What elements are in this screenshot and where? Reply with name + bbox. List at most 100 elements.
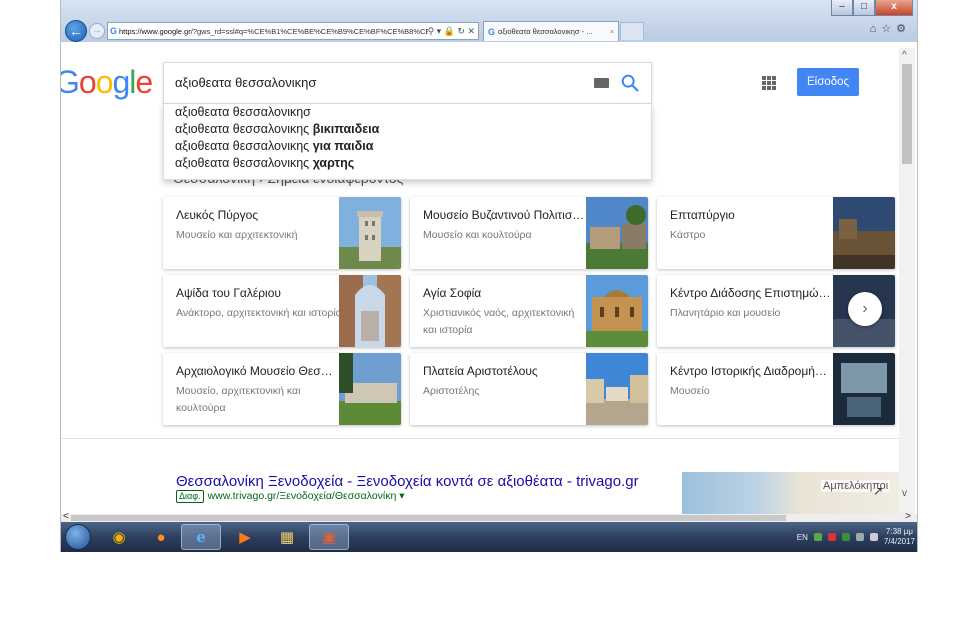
place-subtitle: Κάστρο — [670, 229, 706, 241]
search-icon[interactable] — [619, 72, 641, 94]
tray-network-icon[interactable] — [813, 533, 822, 541]
scroll-up-icon[interactable]: ^ — [902, 50, 907, 61]
suggestion-item[interactable]: αξιοθεατα θεσσαλονικης βικιπαιδεια — [164, 121, 651, 138]
suggestion-item[interactable]: αξιοθεατα θεσσαλονικης για παιδια — [164, 138, 651, 155]
place-thumbnail — [586, 197, 648, 269]
scroll-left-icon[interactable]: < — [63, 511, 69, 522]
browser-tab[interactable]: G αξιοθεατα θεσσαλονικησ - ... × — [483, 21, 619, 41]
tray-app-icon[interactable] — [841, 533, 850, 541]
language-indicator[interactable]: EN — [797, 533, 808, 542]
place-title: Κέντρο Ιστορικής Διαδρομής Εβ... — [670, 364, 832, 378]
window-controls: – □ x — [831, 0, 913, 16]
place-subtitle: Χριστιανικός ναός, αρχιτεκτονική και ιστ… — [423, 307, 575, 336]
ad-badge: Διαφ. — [176, 490, 204, 503]
home-icon[interactable]: ⌂ — [870, 23, 882, 35]
search-input[interactable]: αξιοθεατα θεσσαλονικησ — [175, 75, 316, 90]
browser-titlebar: – □ x ← → G https://www.google.gr/?gws_r… — [61, 0, 917, 42]
taskbar: ◉ ● e ▶ ▦ ▣ EN 7:38 μμ 7/4/2017 — [61, 522, 917, 552]
back-arrow-icon[interactable]: ← — [65, 20, 87, 42]
place-card[interactable]: Αγία Σοφία Χριστιανικός ναός, αρχιτεκτον… — [410, 275, 648, 347]
suggestion-text: αξιοθεατα θεσσαλονικης — [175, 156, 313, 170]
place-title: Πλατεία Αριστοτέλους — [423, 364, 538, 378]
address-bar-icons: ⚲ ▾ 🔒 ↻ ✕ — [427, 25, 475, 36]
place-thumbnail — [339, 275, 401, 347]
place-thumbnail — [833, 353, 895, 425]
suggestion-text: αξιοθεατα θεσσαλονικης — [175, 122, 313, 136]
suggestion-item[interactable]: αξιοθεατα θεσσαλονικης χαρτης — [164, 155, 651, 172]
place-thumbnail — [339, 197, 401, 269]
forward-arrow-icon[interactable]: → — [89, 23, 105, 39]
suggestion-text: αξιοθεατα θεσσαλονικης — [175, 139, 313, 153]
place-card[interactable]: Κέντρο Ιστορικής Διαδρομής Εβ... Μουσείο — [657, 353, 895, 425]
maximize-button[interactable]: □ — [853, 0, 875, 16]
suggestion-text: αξιοθεατα θεσσαλονικησ — [175, 105, 311, 119]
tab-favicon-icon: G — [488, 26, 496, 37]
clock-time: 7:38 μμ — [885, 527, 913, 536]
result-url[interactable]: Διαφ. www.trivago.gr/Ξενοδοχεία/Θεσσαλονί… — [176, 490, 405, 503]
clock[interactable]: 7:38 μμ 7/4/2017 — [884, 527, 915, 547]
tab-title: αξιοθεατα θεσσαλονικησ - ... — [498, 27, 593, 36]
place-card[interactable]: Αρχαιολογικό Μουσείο Θεσσαλο... Μουσείο,… — [163, 353, 401, 425]
star-icon[interactable]: ☆ — [881, 23, 896, 35]
clock-date: 7/4/2017 — [883, 537, 915, 546]
minimize-button[interactable]: – — [831, 0, 853, 16]
place-title: Αρχαιολογικό Μουσείο Θεσσαλο... — [176, 364, 338, 378]
suggestion-item[interactable]: αξιοθεατα θεσσαλονικησ — [164, 104, 651, 121]
place-title: Μουσείο Βυζαντινού Πολιτισμού... — [423, 208, 585, 222]
scroll-down-icon[interactable]: v — [902, 488, 907, 499]
new-tab-button[interactable] — [620, 22, 644, 40]
folder-icon[interactable]: ▦ — [267, 524, 307, 550]
vertical-scrollbar[interactable]: ^ v — [899, 48, 915, 514]
windows-start-icon[interactable] — [65, 524, 91, 550]
place-thumbnail — [833, 197, 895, 269]
suggestion-bold: βικιπαιδεια — [312, 122, 380, 136]
close-button[interactable]: x — [875, 0, 913, 16]
autocomplete-dropdown: αξιοθεατα θεσσαλονικησ αξιοθεατα θεσσαλο… — [163, 104, 652, 180]
place-card[interactable]: Αψίδα του Γαλέριου Ανάκτορο, αρχιτεκτονι… — [163, 275, 401, 347]
horizontal-scrollbar[interactable]: < > — [61, 511, 917, 522]
place-card[interactable]: Πλατεία Αριστοτέλους Αριστοτέλης — [410, 353, 648, 425]
tray-flag-icon[interactable] — [855, 533, 864, 541]
address-bar[interactable]: G https://www.google.gr/?gws_rd=ssl#q=%C… — [107, 22, 479, 40]
firefox-icon[interactable]: ● — [141, 524, 181, 550]
scroll-thumb[interactable] — [902, 64, 912, 164]
place-subtitle: Μουσείο — [670, 385, 710, 397]
ie-icon[interactable]: e — [181, 524, 221, 550]
expand-icon[interactable]: ↗ — [873, 484, 883, 498]
chrome-icon[interactable]: ◉ — [99, 524, 139, 550]
tray-antivirus-icon[interactable] — [827, 533, 836, 541]
result-title-link[interactable]: Θεσσαλονίκη Ξενοδοχεία - Ξενοδοχεία κοντ… — [176, 473, 639, 490]
place-card[interactable]: Λευκός Πύργος Μουσείο και αρχιτεκτονική — [163, 197, 401, 269]
section-divider — [61, 438, 899, 439]
signin-button[interactable]: Είσοδος — [797, 68, 859, 96]
suggestion-bold: χαρτης — [312, 156, 355, 170]
place-card[interactable]: Μουσείο Βυζαντινού Πολιτισμού... Μουσείο… — [410, 197, 648, 269]
url-path: /?gws_rd=ssl#q=%CE%B1%CE%BE%CE%B9%CE%BF%… — [190, 26, 428, 36]
place-thumbnail — [586, 275, 648, 347]
tray-volume-icon[interactable] — [869, 533, 878, 541]
place-subtitle: Πλανητάριο και μουσείο — [670, 307, 781, 319]
browser-toolbar-icons: ⌂☆⚙ — [870, 22, 911, 35]
google-logo[interactable]: Google — [61, 64, 153, 101]
place-subtitle: Ανάκτορο, αρχιτεκτονική και ιστορία — [176, 307, 342, 319]
scroll-right-icon[interactable]: > — [905, 511, 911, 522]
tab-close-icon[interactable]: × — [610, 27, 614, 36]
address-url: https://www.google.gr/?gws_rd=ssl#q=%CE%… — [119, 27, 428, 36]
place-card[interactable]: Επταπύργιο Κάστρο — [657, 197, 895, 269]
chevron-right-icon[interactable]: › — [848, 292, 882, 326]
powerpoint-icon[interactable]: ▣ — [309, 524, 349, 550]
screenshot: – □ x ← → G https://www.google.gr/?gws_r… — [60, 0, 918, 552]
apps-grid-icon[interactable] — [762, 76, 776, 90]
place-title: Κέντρο Διάδοσης Επιστημών &... — [670, 286, 832, 300]
system-tray: EN 7:38 μμ 7/4/2017 — [797, 526, 915, 548]
map-thumbnail[interactable] — [682, 472, 899, 514]
search-box[interactable]: αξιοθεατα θεσσαλονικησ — [163, 62, 652, 104]
suggestion-bold: για παιδια — [312, 139, 374, 153]
media-player-icon[interactable]: ▶ — [225, 524, 265, 550]
place-title: Αψίδα του Γαλέριου — [176, 286, 281, 300]
google-favicon-icon: G — [110, 26, 118, 36]
keyboard-icon[interactable] — [594, 78, 609, 88]
hscroll-thumb[interactable] — [71, 515, 786, 521]
gear-icon[interactable]: ⚙ — [896, 23, 911, 35]
place-thumbnail — [586, 353, 648, 425]
